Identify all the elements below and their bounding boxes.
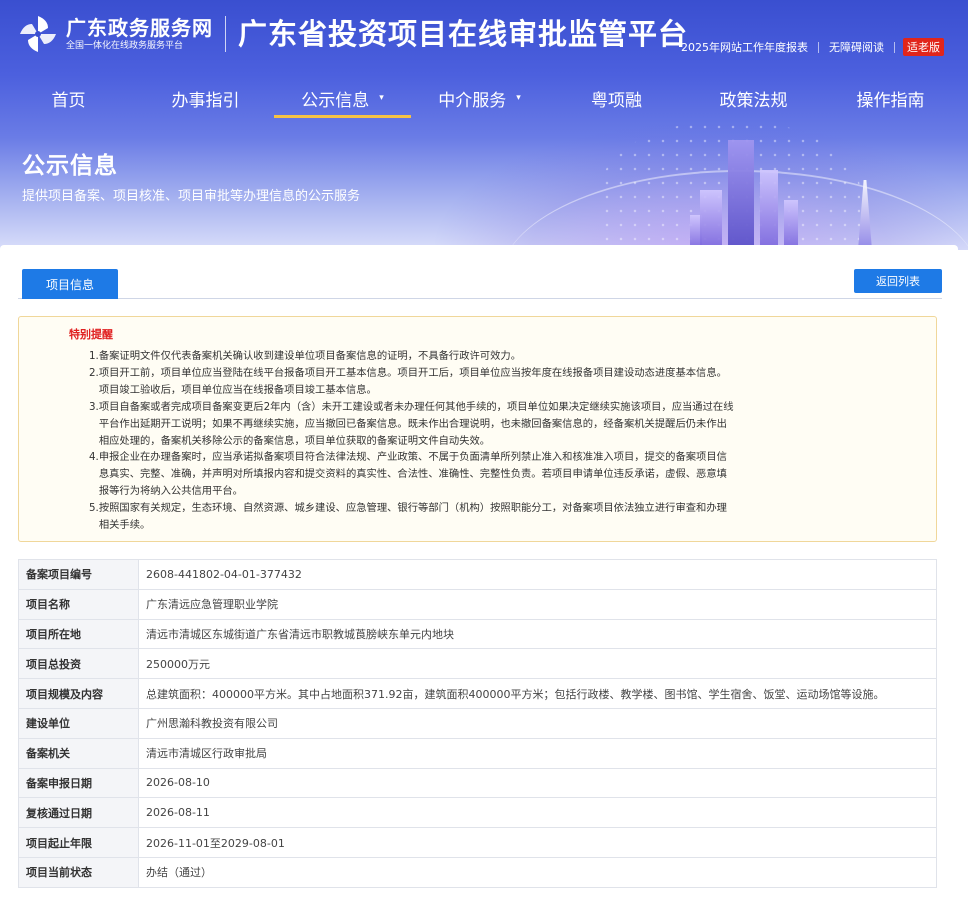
field-value: 250000万元 <box>138 648 937 680</box>
notice-line: 备案证明文件仅代表备案机关确认收到建设单位项目备案信息的证明，不具备行政许可效力… <box>98 350 521 362</box>
pinwheel-logo-icon <box>18 14 58 54</box>
notice-line: 项目开工前，项目单位应当登陆在线平台报备项目开工基本信息。项目开工后，项目单位应… <box>98 366 727 379</box>
tab-project-info[interactable]: 项目信息 <box>22 269 118 299</box>
field-label: 项目名称 <box>18 588 139 620</box>
skyline-building <box>728 140 754 250</box>
notice-line: 相关手续。 <box>98 519 151 532</box>
notice-item-number: 4. <box>89 451 99 464</box>
field-value: 总建筑面积：400000平方米。其中占地面积371.92亩，建筑面积400000… <box>138 678 937 709</box>
header-banner: 广东政务服务网 全国一体化在线政务服务平台 广东省投资项目在线审批监管平台 20… <box>0 0 968 250</box>
notice-item-number: 5. <box>89 502 99 515</box>
nav-label: 粤项融 <box>591 90 642 111</box>
page-title: 公示信息 <box>22 153 118 179</box>
notice-line: 息真实、完整、准确，并声明对所填报内容和提交资料的真实性、合法性、准确性、完整性… <box>98 468 727 481</box>
skyline-building <box>700 190 722 250</box>
site-logo[interactable]: 广东政务服务网 全国一体化在线政务服务平台 广东省投资项目在线审批监管平台 <box>18 14 688 54</box>
notice-line: 申报企业在办理备案时，应当承诺拟备案项目符合法律法规、产业政策、不属于负面清单所… <box>98 451 727 464</box>
notice-item-number: 3. <box>89 400 99 413</box>
skyline-building <box>760 170 778 250</box>
table-row: 项目名称 广东清远应急管理职业学院 <box>18 588 937 620</box>
field-value: 2608-441802-04-01-377432 <box>138 559 937 590</box>
field-value: 2026-08-11 <box>138 797 937 829</box>
platform-title: 广东省投资项目在线审批监管平台 <box>238 17 689 51</box>
notice-line: 平台作出延期开工说明；如果不再继续实施，应当撤回已备案信息。既未作出合理说明，也… <box>98 417 727 430</box>
field-value: 2026-11-01至2029-08-01 <box>138 827 937 858</box>
nav-item-finance[interactable]: 粤项融 <box>548 78 685 118</box>
table-row: 项目起止年限 2026-11-01至2029-08-01 <box>18 827 937 858</box>
accessibility-link[interactable]: 无障碍阅读 <box>819 39 894 55</box>
table-row: 备案申报日期 2026-08-10 <box>18 767 937 799</box>
nav-label: 政策法规 <box>719 90 788 111</box>
nav-label: 办事指引 <box>171 90 240 111</box>
field-label: 项目规模及内容 <box>18 678 139 709</box>
back-to-list-button[interactable]: 返回列表 <box>854 269 942 293</box>
notice-line: 相应处理的，备案机关移除公示的备案信息，项目单位获取的备案证明文件自动失效。 <box>98 434 491 447</box>
link-divider <box>894 41 895 53</box>
notice-item: 2. 项目开工前，项目单位应当登陆在线平台报备项目开工基本信息。项目开工后，项目… <box>89 365 819 399</box>
field-label: 项目所在地 <box>18 618 139 650</box>
skyline-building <box>784 200 798 250</box>
field-value: 办结（通过） <box>138 856 937 888</box>
notice-line: 项目竣工验收后，项目单位应当在线报备项目竣工基本信息。 <box>98 383 377 396</box>
notice-line: 项目自备案或者完成项目备案变更后2年内（含）未开工建设或者未办理任何其他手续的，… <box>98 400 734 413</box>
field-value: 2026-08-10 <box>138 767 937 799</box>
nav-item-guide[interactable]: 办事指引 <box>137 78 274 118</box>
table-row: 项目所在地 清远市清城区东城街道广东省清远市职教城莨膀峡东单元内地块 <box>18 618 937 650</box>
notice-item: 4. 申报企业在办理备案时，应当承诺拟备案项目符合法律法规、产业政策、不属于负面… <box>89 449 819 500</box>
table-row: 备案项目编号 2608-441802-04-01-377432 <box>18 559 937 590</box>
caret-down-icon: ▾ <box>379 93 384 103</box>
table-row: 项目规模及内容 总建筑面积：400000平方米。其中占地面积371.92亩，建筑面… <box>18 678 937 709</box>
nav-label: 首页 <box>51 90 86 111</box>
tab-underline <box>18 298 942 299</box>
field-value: 广东清远应急管理职业学院 <box>138 588 937 620</box>
nav-item-intermediary[interactable]: 中介服务 ▾ <box>411 78 548 118</box>
main-nav: 首页 办事指引 公示信息 ▾ 中介服务 ▾ 粤项融 政策法规 操作指南 <box>0 78 968 118</box>
annual-report-link[interactable]: 2025年网站工作年度报表 <box>671 39 818 55</box>
notice-item-number: 1. <box>89 350 99 362</box>
table-row: 备案机关 清远市清城区行政审批局 <box>18 737 937 769</box>
top-utility-links: 2025年网站工作年度报表 无障碍阅读 适老版 <box>671 38 944 56</box>
field-value: 清远市清城区东城街道广东省清远市职教城莨膀峡东单元内地块 <box>138 618 937 650</box>
field-label: 备案项目编号 <box>18 559 139 590</box>
nav-label: 公示信息 <box>301 90 370 111</box>
field-label: 项目总投资 <box>18 648 139 680</box>
table-row: 项目当前状态 办结（通过） <box>18 856 937 888</box>
project-info-table: 备案项目编号 2608-441802-04-01-377432 项目名称 广东清远应… <box>18 559 937 888</box>
notice-item: 5. 按照国家有关规定，生态环境、自然资源、城乡建设、应急管理、银行等部门（机构… <box>89 500 819 534</box>
field-label: 建设单位 <box>18 707 139 739</box>
table-row: 建设单位 广州思瀚科教投资有限公司 <box>18 707 937 739</box>
field-label: 备案机关 <box>18 737 139 769</box>
table-row: 项目总投资 250000万元 <box>18 648 937 680</box>
caret-down-icon: ▾ <box>516 93 521 103</box>
logo-name: 广东政务服务网 <box>66 16 213 40</box>
field-label: 项目当前状态 <box>18 856 139 888</box>
nav-item-manual[interactable]: 操作指南 <box>822 78 959 118</box>
elder-mode-button[interactable]: 适老版 <box>903 38 944 56</box>
nav-item-policy[interactable]: 政策法规 <box>685 78 822 118</box>
notice-line: 按照国家有关规定，生态环境、自然资源、城乡建设、应急管理、银行等部门（机构）按照… <box>98 502 727 515</box>
table-row: 复核通过日期 2026-08-11 <box>18 797 937 829</box>
special-notice-box: 特别提醒 1. 备案证明文件仅代表备案机关确认收到建设单位项目备案信息的证明，不… <box>18 316 937 542</box>
nav-label: 中介服务 <box>438 90 507 111</box>
field-label: 备案申报日期 <box>18 767 139 799</box>
nav-item-public-info[interactable]: 公示信息 ▾ <box>274 78 411 118</box>
notice-item: 3. 项目自备案或者完成项目备案变更后2年内（含）未开工建设或者未办理任何其他手… <box>89 399 819 450</box>
logo-subtitle: 全国一体化在线政务服务平台 <box>66 41 184 51</box>
field-label: 项目起止年限 <box>18 827 139 858</box>
notice-title: 特别提醒 <box>69 328 113 341</box>
field-value: 广州思瀚科教投资有限公司 <box>138 707 937 739</box>
nav-item-home[interactable]: 首页 <box>0 78 137 118</box>
notice-item-number: 2. <box>89 366 99 379</box>
notice-list: 1. 备案证明文件仅代表备案机关确认收到建设单位项目备案信息的证明，不具备行政许… <box>89 348 819 534</box>
logo-text: 广东政务服务网 全国一体化在线政务服务平台 <box>66 16 213 52</box>
field-value: 清远市清城区行政审批局 <box>138 737 937 769</box>
logo-divider <box>225 16 226 52</box>
notice-line: 报等行为将纳入公共信用平台。 <box>98 485 243 498</box>
page-subtitle: 提供项目备案、项目核准、项目审批等办理信息的公示服务 <box>22 189 361 204</box>
field-label: 复核通过日期 <box>18 797 139 829</box>
notice-item: 1. 备案证明文件仅代表备案机关确认收到建设单位项目备案信息的证明，不具备行政许… <box>89 348 819 365</box>
nav-label: 操作指南 <box>856 90 925 111</box>
